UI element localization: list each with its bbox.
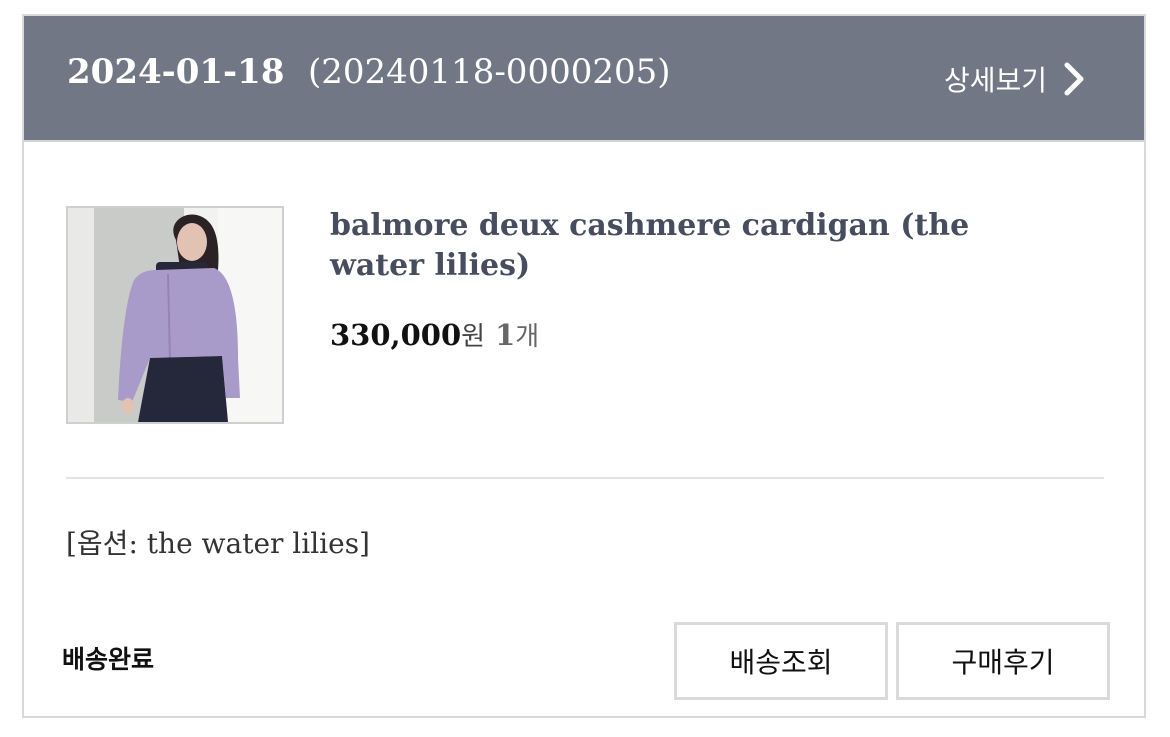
order-header: 2024-01-18 (20240118-0000205) 상세보기	[24, 16, 1144, 142]
view-details-label: 상세보기	[944, 64, 1048, 97]
view-details-link[interactable]: 상세보기	[944, 56, 1085, 102]
product-image[interactable]	[66, 206, 284, 424]
write-review-button[interactable]: 구매후기	[896, 622, 1110, 700]
price-row: 330,000원 1개	[330, 316, 539, 356]
quantity-value: 1	[495, 318, 516, 352]
price-value: 330,000	[330, 318, 462, 352]
price-unit: 원	[461, 322, 486, 352]
order-date: 2024-01-18	[67, 52, 285, 92]
quantity-unit: 개	[515, 322, 540, 352]
product-name[interactable]: balmore deux cashmere cardigan (the wate…	[330, 206, 1050, 286]
product-photo	[68, 208, 282, 422]
order-number: (20240118-0000205)	[308, 52, 671, 92]
track-delivery-button[interactable]: 배송조회	[674, 622, 888, 700]
delivery-status: 배송완료	[62, 645, 155, 674]
order-card: 2024-01-18 (20240118-0000205) 상세보기 balmo…	[22, 14, 1146, 718]
chevron-right-icon	[1064, 62, 1084, 96]
divider	[66, 477, 1104, 479]
product-option: [옵션: the water lilies]	[66, 527, 370, 560]
